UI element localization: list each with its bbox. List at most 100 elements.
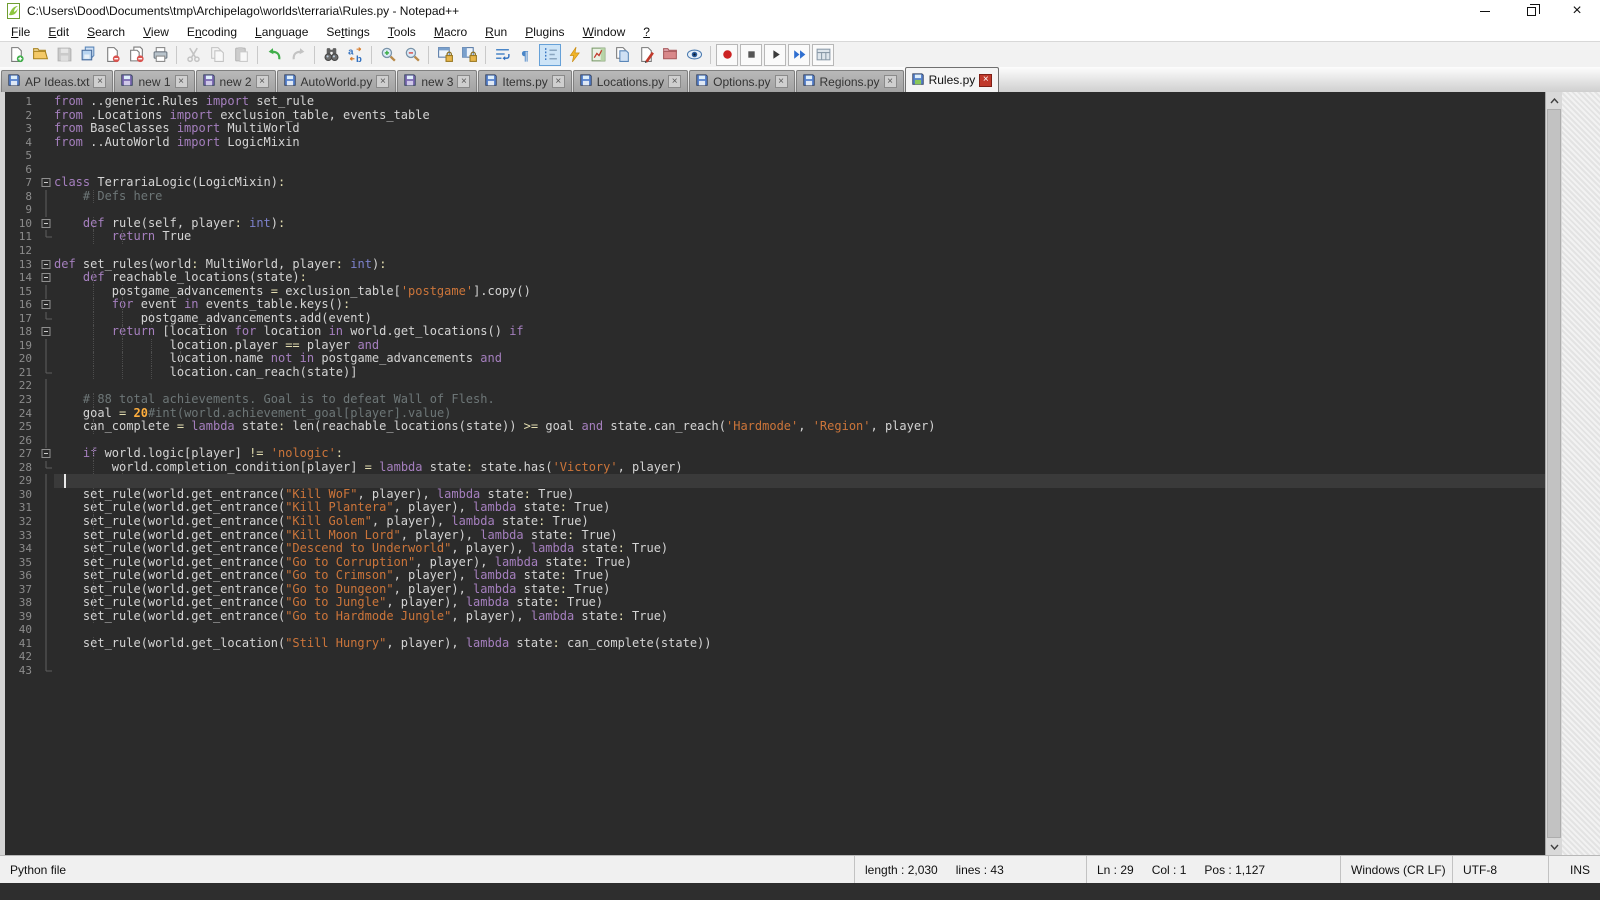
code-line: 35 set_rule(world.get_entrance("Go to Co… [5,556,1545,570]
scroll-up-arrow-icon[interactable] [1546,92,1562,109]
status-eol-format[interactable]: Windows (CR LF) [1340,856,1452,883]
tab-close-icon[interactable]: × [979,74,992,87]
macro-edit-icon[interactable] [635,44,657,66]
code-line: 11 return True [5,230,1545,244]
print-icon[interactable] [149,44,171,66]
macro-play-icon[interactable] [764,44,786,66]
title-bar: C:\Users\Dood\Documents\tmp\Archipelago\… [0,0,1600,22]
menu-item-file[interactable]: File [2,23,39,41]
status-insert-mode[interactable]: INS [1548,856,1600,883]
tab-regions-py[interactable]: Regions.py × [796,70,904,92]
tab-options-py[interactable]: Options.py× [689,70,794,92]
indent-guide-line [93,190,94,204]
function-list-icon[interactable] [563,44,585,66]
document-switcher-icon[interactable] [611,44,633,66]
fold-collapse-icon[interactable] [39,447,54,461]
indent-guide-line [122,339,123,353]
code-text: set_rule(world.get_entrance("Go to Hardm… [54,610,1545,624]
status-encoding[interactable]: UTF-8 [1452,856,1548,883]
find-icon[interactable] [320,44,342,66]
tab-label: AutoWorld.py [301,75,373,89]
tab-close-icon[interactable]: × [668,75,681,88]
view-eye-icon[interactable] [683,44,705,66]
tab-close-icon[interactable]: × [256,75,269,88]
line-number: 17 [5,312,39,326]
menu-item-settings[interactable]: Settings [317,23,378,41]
indent-guide-icon[interactable] [539,44,561,66]
new-file-icon[interactable] [5,44,27,66]
tab-locations-py[interactable]: Locations.py× [573,70,688,92]
code-line: 42 [5,650,1545,664]
show-all-characters-icon[interactable]: ¶ [515,44,537,66]
menu-item-encoding[interactable]: Encoding [178,23,246,41]
menu-item-[interactable]: ? [634,23,659,41]
menu-item-run[interactable]: Run [476,23,516,41]
macro-run-multiple-icon[interactable] [788,44,810,66]
save-all-icon[interactable] [77,44,99,66]
code-text [54,664,1545,678]
tab-label: Regions.py [820,75,880,89]
menu-item-language[interactable]: Language [246,23,317,41]
code-line: 31 set_rule(world.get_entrance("Kill Pla… [5,501,1545,515]
code-editor[interactable]: 1from ..generic.Rules import set_rule2fr… [5,92,1545,855]
indent-guide-line [122,312,123,326]
close-all-icon[interactable] [125,44,147,66]
tab-new-1[interactable]: new 1× [114,70,194,92]
tab-ap-ideas-txt[interactable]: AP Ideas.txt× [1,70,113,92]
tab-close-icon[interactable]: × [376,75,389,88]
sync-horizontal-icon[interactable] [458,44,480,66]
restore-button[interactable] [1508,0,1554,22]
status-length: length : 2,030 [865,863,938,877]
menu-item-edit[interactable]: Edit [39,23,78,41]
zoom-in-icon[interactable] [377,44,399,66]
code-text [54,650,1545,664]
macro-stop-icon[interactable] [740,44,762,66]
fold-margin [39,474,54,488]
tab-items-py[interactable]: Items.py× [478,70,571,92]
tab-close-icon[interactable]: × [775,75,788,88]
menu-item-search[interactable]: Search [78,23,134,41]
indent-guide-line [122,352,123,366]
menu-item-window[interactable]: Window [574,23,635,41]
replace-icon[interactable]: ab [344,44,366,66]
tab-close-icon[interactable]: × [884,75,897,88]
menu-item-macro[interactable]: Macro [425,23,476,41]
menu-item-plugins[interactable]: Plugins [516,23,573,41]
close-button[interactable]: × [1554,0,1600,22]
word-wrap-icon[interactable] [491,44,513,66]
fold-margin [39,95,54,109]
tab-close-icon[interactable]: × [175,75,188,88]
minimize-button[interactable] [1462,0,1508,22]
tab-close-icon[interactable]: × [552,75,565,88]
sync-vertical-icon[interactable] [434,44,456,66]
document-map-icon[interactable] [587,44,609,66]
macro-record-icon[interactable] [716,44,738,66]
tab-close-icon[interactable]: × [93,75,106,88]
fold-margin [39,136,54,150]
fold-collapse-icon[interactable] [39,325,54,339]
open-icon[interactable] [29,44,51,66]
undo-icon[interactable] [263,44,285,66]
menu-item-tools[interactable]: Tools [379,23,425,41]
code-line: 15 postgame_advancements = exclusion_tab… [5,285,1545,299]
close-icon[interactable] [101,44,123,66]
fold-collapse-icon[interactable] [39,176,54,190]
fold-collapse-icon[interactable] [39,258,54,272]
vertical-scrollbar[interactable] [1545,92,1562,855]
macro-save-icon[interactable] [812,44,834,66]
fold-collapse-icon[interactable] [39,298,54,312]
tab-new-3[interactable]: new 3× [397,70,477,92]
scroll-down-arrow-icon[interactable] [1546,838,1562,855]
tab-new-2[interactable]: new 2× [196,70,276,92]
indent-guide-line [93,230,94,244]
folder-workspace-icon[interactable] [659,44,681,66]
tab-rules-py[interactable]: Rules.py× [905,67,1000,92]
code-line: 3from BaseClasses import MultiWorld [5,122,1545,136]
tab-autoworld-py[interactable]: AutoWorld.py× [277,70,397,92]
fold-collapse-icon[interactable] [39,271,54,285]
tab-close-icon[interactable]: × [457,75,470,88]
menu-item-view[interactable]: View [134,23,178,41]
zoom-out-icon[interactable] [401,44,423,66]
scrollbar-thumb[interactable] [1547,109,1561,838]
fold-collapse-icon[interactable] [39,217,54,231]
